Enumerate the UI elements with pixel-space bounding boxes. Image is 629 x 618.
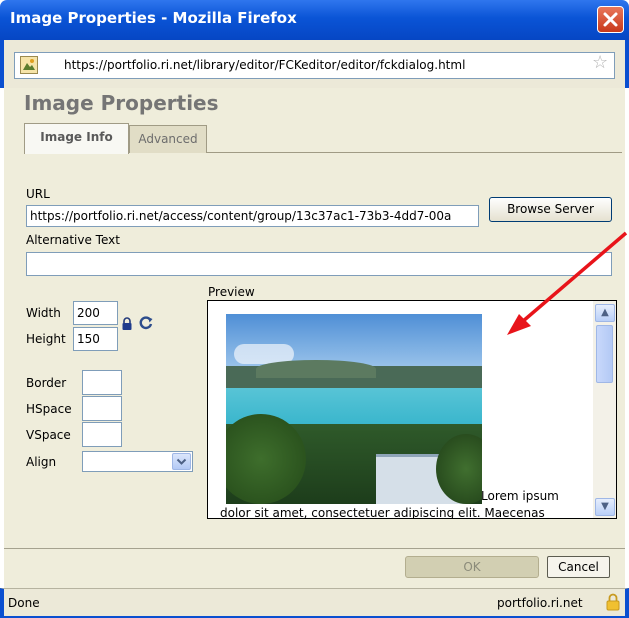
cancel-button[interactable]: Cancel — [547, 556, 610, 578]
url-input[interactable]: https://portfolio.ri.net/access/content/… — [26, 205, 479, 227]
scroll-down-button[interactable]: ▼ — [595, 498, 615, 516]
preview-text-line2: dolor sit amet, consectetuer adipiscing … — [220, 506, 545, 519]
border-input[interactable] — [82, 370, 122, 395]
reset-size-icon[interactable] — [138, 315, 154, 334]
align-select[interactable] — [82, 451, 193, 472]
bookmark-star-icon[interactable]: ☆ — [592, 54, 608, 72]
url-label: URL — [26, 187, 50, 201]
status-text: Done — [8, 596, 40, 610]
border-label: Border — [26, 376, 67, 390]
browse-server-button[interactable]: Browse Server — [489, 197, 612, 222]
align-label: Align — [26, 455, 57, 469]
dialog-title: Image Properties — [24, 91, 219, 115]
status-domain: portfolio.ri.net — [497, 596, 583, 610]
tab-advanced[interactable]: Advanced — [129, 125, 207, 153]
chevron-down-icon[interactable] — [172, 453, 191, 470]
secure-padlock-icon[interactable] — [606, 593, 620, 614]
window-title: Image Properties - Mozilla Firefox — [10, 9, 297, 27]
alt-text-label: Alternative Text — [26, 233, 120, 247]
close-icon — [603, 12, 618, 27]
preview-image — [226, 314, 482, 504]
preview-label: Preview — [208, 285, 255, 299]
close-button[interactable] — [597, 6, 624, 33]
height-label: Height — [26, 332, 66, 346]
address-text: https://portfolio.ri.net/library/editor/… — [64, 58, 466, 72]
vspace-label: VSpace — [26, 428, 71, 442]
vspace-input[interactable] — [82, 422, 122, 447]
ok-button[interactable]: OK — [405, 556, 539, 578]
site-identity-icon[interactable] — [20, 56, 38, 74]
tab-image-info[interactable]: Image Info — [24, 123, 129, 154]
annotation-arrow — [507, 231, 628, 335]
hspace-label: HSpace — [26, 402, 72, 416]
width-label: Width — [26, 306, 61, 320]
height-input[interactable]: 150 — [73, 327, 118, 351]
footer-divider — [4, 548, 625, 549]
lock-icon[interactable] — [121, 317, 133, 334]
width-input[interactable]: 200 — [73, 301, 118, 325]
hspace-input[interactable] — [82, 396, 122, 421]
preview-text: Lorem ipsum — [481, 489, 559, 503]
